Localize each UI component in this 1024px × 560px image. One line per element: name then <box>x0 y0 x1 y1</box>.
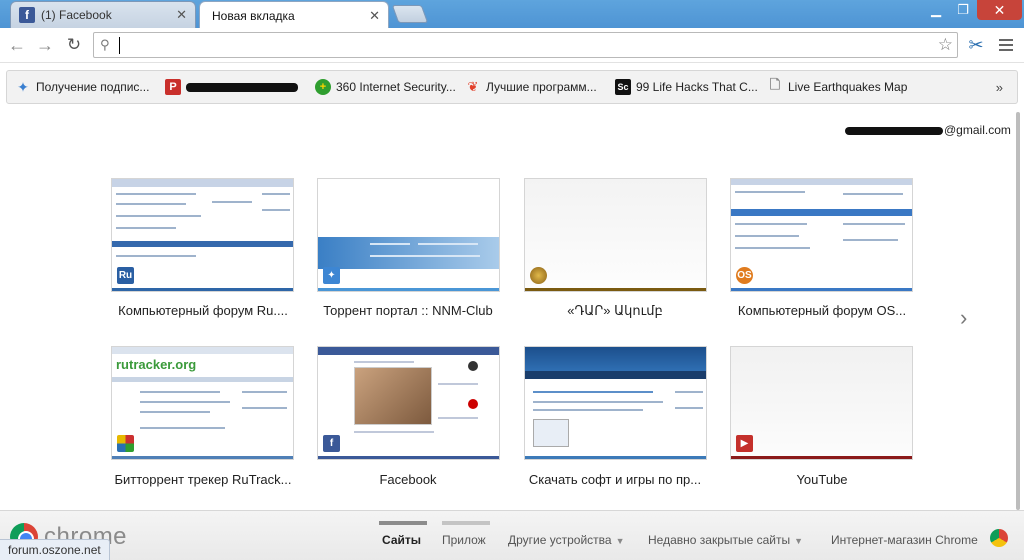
thumbnail-rutracker-forum[interactable]: Ru <box>111 178 294 292</box>
thumbnail-caption[interactable]: Торрент портал :: NNM-Club <box>313 303 503 318</box>
thumbnail-caption[interactable]: YouTube <box>727 472 917 487</box>
thumbnail-dar-club[interactable] <box>524 178 707 292</box>
page-icon: 🗋 <box>769 77 781 92</box>
account-email[interactable]: @gmail.com <box>845 123 1011 137</box>
chevron-down-icon: ▼ <box>794 536 804 546</box>
status-bubble: forum.oszone.net <box>0 539 110 560</box>
next-page-arrow[interactable]: › <box>960 305 967 331</box>
more-bookmarks-button[interactable]: » <box>996 80 1003 95</box>
dar-icon <box>530 267 547 284</box>
minimize-button[interactable]: ▁ <box>922 0 950 20</box>
reload-button[interactable]: ↻ <box>62 34 86 56</box>
new-tab-button[interactable] <box>391 5 429 23</box>
thumbnail-caption[interactable]: Facebook <box>313 472 503 487</box>
thumbnail-caption[interactable]: Битторрент трекер RuTrack... <box>108 472 298 487</box>
thumbnail-facebook[interactable]: f <box>317 346 500 460</box>
active-tab-indicator <box>379 521 427 525</box>
close-window-button[interactable]: ✕ <box>977 0 1022 20</box>
thumbnail-rutracker[interactable]: rutracker.org <box>111 346 294 460</box>
bookmark-item[interactable]: 🗋 Live Earthquakes Map <box>767 77 908 95</box>
tab-indicator <box>442 521 490 525</box>
close-icon[interactable]: ✕ <box>176 7 187 23</box>
thumbnail-caption[interactable]: Компьютерный форум OS... <box>727 303 917 318</box>
redacted-email <box>845 126 943 135</box>
tab-other-devices[interactable]: Другие устройства ▼ <box>508 533 625 547</box>
footer: chrome Сайты Прилож Другие устройства ▼ Н… <box>0 510 1024 560</box>
youtube-icon: ▶ <box>736 435 753 452</box>
rutracker-icon <box>117 435 134 452</box>
tab-facebook[interactable]: f (1) Facebook ✕ <box>10 1 196 28</box>
tab-label: Недавно закрытые сайты <box>648 533 791 547</box>
oszone-icon: OS <box>736 267 753 284</box>
menu-button[interactable] <box>996 35 1016 55</box>
title-bar: f (1) Facebook ✕ Новая вкладка ✕ ▁ ❐ ✕ <box>0 0 1024 29</box>
close-icon[interactable]: ✕ <box>369 8 380 24</box>
thumbnail-caption[interactable]: Компьютерный форум Ru.... <box>108 303 298 318</box>
tab-title: (1) Facebook <box>41 8 112 22</box>
forward-button[interactable]: → <box>33 34 57 56</box>
butterfly-icon: ✦ <box>17 78 29 95</box>
thumbnail-oszone-forum[interactable]: OS <box>730 178 913 292</box>
tab-apps[interactable]: Прилож <box>442 533 488 547</box>
bookmarks-bar: ✦ Получение подпис... P + 360 Internet S… <box>6 70 1018 104</box>
thumbnail-caption[interactable]: Скачать софт и игры по пр... <box>520 472 710 487</box>
redacted-pdf-icon: P <box>165 79 181 95</box>
star-icon[interactable]: ☆ <box>938 35 953 55</box>
thumbnail-nnm-club[interactable]: ✦ <box>317 178 500 292</box>
email-suffix: @gmail.com <box>944 123 1011 137</box>
redacted-label <box>186 82 298 92</box>
tab-title: Новая вкладка <box>212 8 295 23</box>
bookmark-label: Live Earthquakes Map <box>788 80 908 94</box>
back-button[interactable]: ← <box>5 34 29 56</box>
bookmark-item[interactable]: ❦ Лучшие программ... <box>465 79 597 95</box>
butterfly-icon: ✦ <box>323 267 340 284</box>
bookmark-label: Лучшие программ... <box>486 80 597 94</box>
thumbnail-caption[interactable]: «ԴԱՐ» Ակումբ <box>520 303 710 319</box>
bookmark-item[interactable]: ✦ Получение подпис... <box>15 79 149 95</box>
web-store-icon[interactable] <box>990 529 1008 547</box>
tab-sites[interactable]: Сайты <box>382 533 421 547</box>
bookmark-label: 360 Internet Security... <box>336 80 456 94</box>
chevron-down-icon: ▼ <box>615 536 625 546</box>
fire-icon: ❦ <box>467 79 479 94</box>
tab-web-store[interactable]: Интернет-магазин Chrome <box>831 533 978 547</box>
thumbnail-softportal[interactable] <box>524 346 707 460</box>
favicon: Ru <box>117 267 134 284</box>
facebook-icon: f <box>323 435 340 452</box>
sc-icon: Sc <box>615 79 631 95</box>
maximize-button[interactable]: ❐ <box>950 0 976 20</box>
bookmark-item[interactable]: P <box>165 79 298 95</box>
toolbar: ← → ↻ ⚲ ☆ ✂ <box>0 28 1024 63</box>
omnibox[interactable]: ⚲ ☆ <box>93 32 958 58</box>
bookmark-item[interactable]: Sc 99 Life Hacks That C... <box>615 79 758 95</box>
bookmark-item[interactable]: + 360 Internet Security... <box>315 79 456 95</box>
bookmark-label: Получение подпис... <box>36 80 150 94</box>
thumbnail-youtube[interactable]: ▶ <box>730 346 913 460</box>
360-icon: + <box>315 79 331 95</box>
scrollbar[interactable] <box>1016 112 1020 510</box>
tab-label: Другие устройства <box>508 533 612 547</box>
wrench-icon[interactable]: ✂ <box>963 33 989 57</box>
bookmark-label: 99 Life Hacks That C... <box>636 80 758 94</box>
address-input[interactable] <box>120 36 920 54</box>
tab-recently-closed[interactable]: Недавно закрытые сайты ▼ <box>648 533 803 547</box>
tab-new-tab[interactable]: Новая вкладка ✕ <box>199 1 389 29</box>
facebook-icon: f <box>19 7 35 23</box>
search-icon: ⚲ <box>100 37 110 52</box>
